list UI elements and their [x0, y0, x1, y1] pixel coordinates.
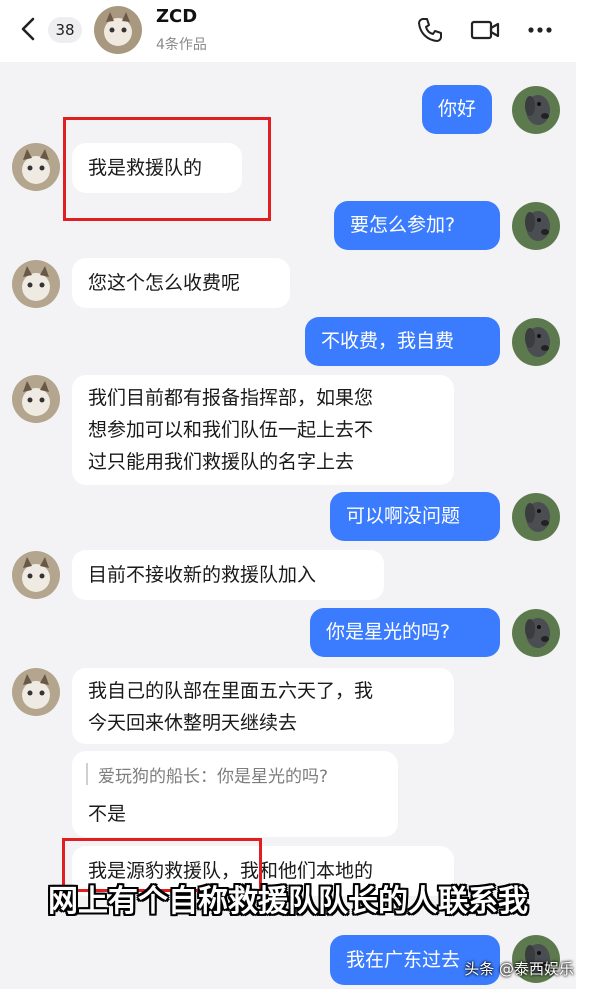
- contact-avatar-small[interactable]: [12, 375, 60, 423]
- unread-count-badge[interactable]: 38: [48, 17, 82, 43]
- contact-avatar-small[interactable]: [12, 668, 60, 716]
- my-avatar[interactable]: [512, 609, 560, 657]
- message-line: 过只能用我们救援队的名字上去: [88, 451, 355, 473]
- more-options-icon[interactable]: [524, 14, 556, 46]
- contact-avatar[interactable]: [94, 6, 142, 54]
- contact-avatar-small[interactable]: [12, 260, 60, 308]
- message-bubble-outgoing[interactable]: 你好: [422, 85, 493, 134]
- highlight-box: [63, 117, 271, 221]
- video-call-icon[interactable]: [469, 14, 501, 46]
- back-arrow-icon[interactable]: [14, 14, 44, 44]
- message-line: 想参加可以和我们队伍一起上去不: [88, 419, 374, 441]
- message-bubble-incoming[interactable]: 目前不接收新的救援队加入: [72, 550, 384, 600]
- my-avatar[interactable]: [512, 86, 560, 134]
- contact-avatar-small[interactable]: [12, 551, 60, 599]
- message-bubble-outgoing[interactable]: 可以啊没问题: [330, 492, 500, 541]
- phone-call-icon[interactable]: [414, 14, 446, 46]
- my-avatar[interactable]: [512, 202, 560, 250]
- message-bubble-incoming[interactable]: 我自己的队部在里面五六天了，我 今天回来休整明天继续去: [72, 668, 454, 744]
- contact-avatar-small[interactable]: [12, 143, 60, 191]
- message-bubble-outgoing[interactable]: 不收费，我自费: [305, 317, 500, 366]
- message-line: 我自己的队部在里面五六天了，我: [88, 680, 374, 702]
- contact-works-count[interactable]: 4条作品: [156, 34, 207, 54]
- my-avatar[interactable]: [512, 493, 560, 541]
- message-bubble-outgoing[interactable]: 你是星光的吗?: [310, 608, 500, 657]
- message-bubble-incoming[interactable]: 我们目前都有报备指挥部，如果您 想参加可以和我们队伍一起上去不 过只能用我们救援…: [72, 375, 454, 485]
- message-bubble-outgoing[interactable]: 要怎么参加?: [334, 201, 500, 250]
- watermark: 头条 @泰西娱乐: [464, 960, 574, 978]
- message-line: 我们目前都有报备指挥部，如果您: [88, 387, 374, 409]
- right-margin: [576, 0, 590, 989]
- video-subtitle: 网上有个自称救援队队长的人联系我: [48, 884, 528, 919]
- reply-text: 不是: [88, 803, 127, 825]
- contact-name[interactable]: ZCD: [156, 6, 197, 27]
- chat-header: 38 ZCD 4条作品: [0, 0, 590, 62]
- message-line: 今天回来休整明天继续去: [88, 712, 298, 734]
- quoted-message: 爱玩狗的船长：你是星光的吗?: [98, 767, 329, 787]
- my-avatar[interactable]: [512, 318, 560, 366]
- message-bubble-incoming[interactable]: 您这个怎么收费呢: [72, 258, 290, 308]
- quote-bar: [86, 763, 88, 785]
